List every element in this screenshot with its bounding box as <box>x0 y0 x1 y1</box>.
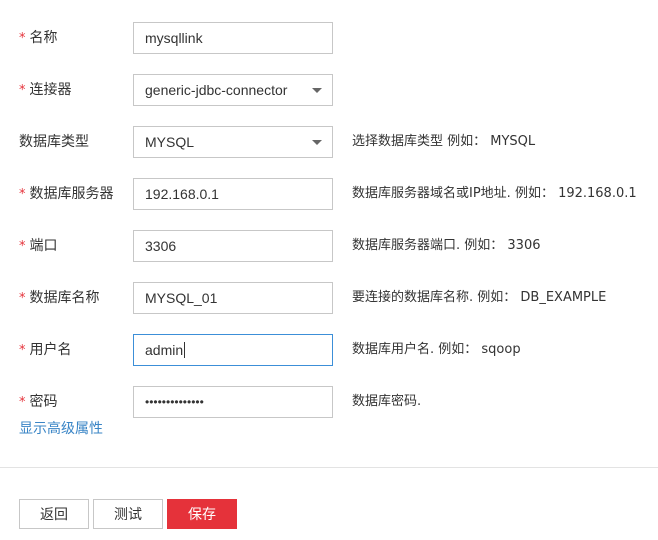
db-name-label: * 数据库名称 <box>19 290 100 306</box>
form-row-db-server: * 数据库服务器 192.168.0.1 数据库服务器域名或IP地址. 例如： 1… <box>0 178 658 210</box>
password-input[interactable]: •••••••••••••• <box>133 386 333 418</box>
back-button[interactable]: 返回 <box>19 499 89 529</box>
form-row-connector: * 连接器 generic-jdbc-connector <box>0 74 658 106</box>
required-mark: * <box>19 291 26 306</box>
form-row-username: * 用户名 admin 数据库用户名. 例如： sqoop <box>0 334 658 366</box>
divider <box>0 467 658 468</box>
username-label: * 用户名 <box>19 342 72 358</box>
form-row-name: * 名称 mysqllink <box>0 22 658 54</box>
required-mark: * <box>19 31 26 46</box>
db-type-label: 数据库类型 <box>19 134 89 150</box>
password-label: * 密码 <box>19 394 58 410</box>
form-row-port: * 端口 3306 数据库服务器端口. 例如： 3306 <box>0 230 658 262</box>
test-button[interactable]: 测试 <box>93 499 163 529</box>
db-server-label: * 数据库服务器 <box>19 186 114 202</box>
db-server-input[interactable]: 192.168.0.1 <box>133 178 333 210</box>
chevron-down-icon <box>312 140 322 145</box>
show-advanced-link[interactable]: 显示高级属性 <box>19 418 103 438</box>
required-mark: * <box>19 83 26 98</box>
username-hint: 数据库用户名. 例如： sqoop <box>352 342 521 357</box>
form-row-db-type: 数据库类型 MYSQL 选择数据库类型 例如： MYSQL <box>0 126 658 158</box>
form-row-db-name: * 数据库名称 MYSQL_01 要连接的数据库名称. 例如： DB_EXAMPL… <box>0 282 658 314</box>
password-hint: 数据库密码. <box>352 394 422 409</box>
db-type-hint: 选择数据库类型 例如： MYSQL <box>352 134 536 149</box>
db-server-hint: 数据库服务器域名或IP地址. 例如： 192.168.0.1 <box>352 186 637 201</box>
name-label: * 名称 <box>19 30 58 46</box>
connector-select[interactable]: generic-jdbc-connector <box>133 74 333 106</box>
save-button[interactable]: 保存 <box>167 499 237 529</box>
required-mark: * <box>19 239 26 254</box>
required-mark: * <box>19 395 26 410</box>
username-input[interactable]: admin <box>133 334 333 366</box>
port-label: * 端口 <box>19 238 58 254</box>
required-mark: * <box>19 187 26 202</box>
port-hint: 数据库服务器端口. 例如： 3306 <box>352 238 541 253</box>
port-input[interactable]: 3306 <box>133 230 333 262</box>
text-caret <box>184 342 186 359</box>
connector-label: * 连接器 <box>19 82 72 98</box>
db-type-select[interactable]: MYSQL <box>133 126 333 158</box>
required-mark: * <box>19 343 26 358</box>
db-name-hint: 要连接的数据库名称. 例如： DB_EXAMPLE <box>352 290 607 305</box>
name-input[interactable]: mysqllink <box>133 22 333 54</box>
form-row-password: * 密码 •••••••••••••• 数据库密码. <box>0 386 658 418</box>
db-name-input[interactable]: MYSQL_01 <box>133 282 333 314</box>
chevron-down-icon <box>312 88 322 93</box>
